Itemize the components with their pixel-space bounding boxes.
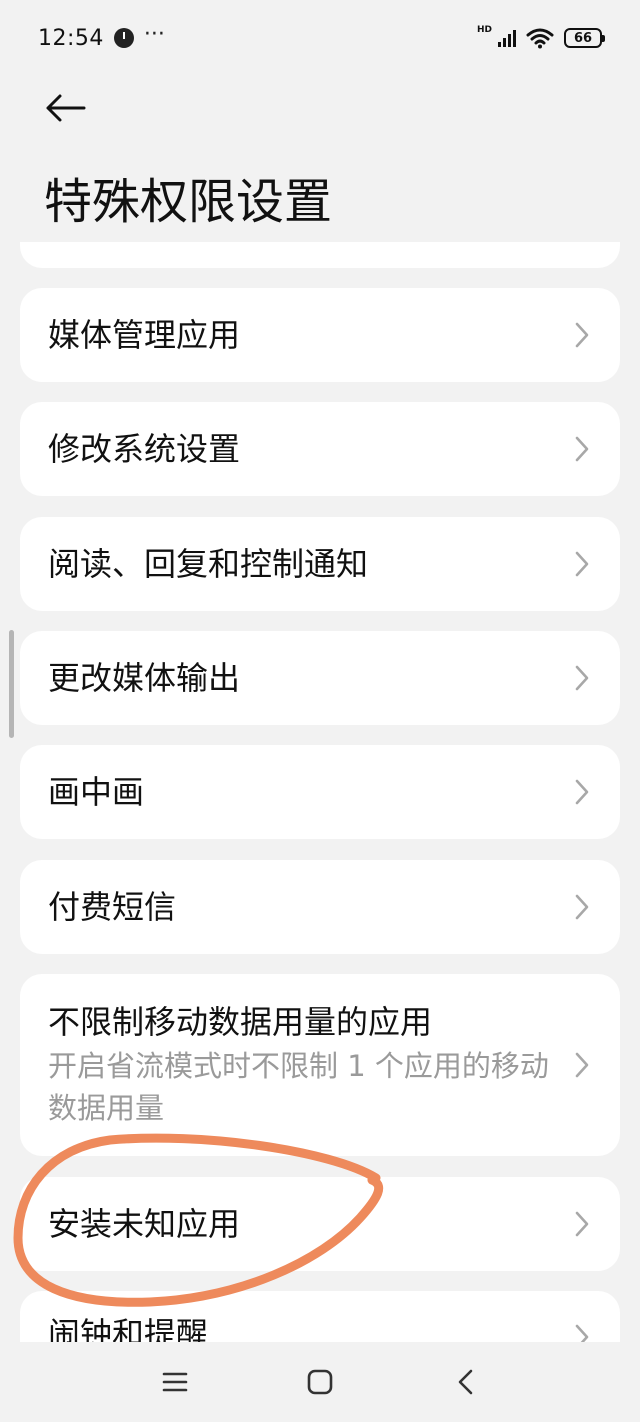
item-title: 媒体管理应用	[48, 316, 241, 354]
list-item-modify-system-settings[interactable]: 修改系统设置	[20, 402, 620, 496]
list-item-change-media-output[interactable]: 更改媒体输出	[20, 631, 620, 725]
nav-back-icon	[458, 1369, 473, 1395]
list-item-alarms-reminders[interactable]: 闹钟和提醒	[20, 1291, 620, 1342]
list-item-notification-access[interactable]: 阅读、回复和控制通知	[20, 517, 620, 611]
item-title: 闹钟和提醒	[48, 1315, 209, 1342]
chevron-right-icon	[575, 779, 589, 805]
chevron-right-icon	[575, 665, 589, 691]
status-icons: HD 66	[476, 25, 605, 49]
home-icon	[307, 1369, 333, 1395]
list-item-premium-sms[interactable]: 付费短信	[20, 860, 620, 954]
chevron-right-icon	[575, 551, 589, 577]
more-notifications-icon: ···	[143, 21, 165, 47]
scroll-indicator	[9, 630, 14, 738]
list-item-picture-in-picture[interactable]: 画中画	[20, 745, 620, 839]
list-item-media-management[interactable]: 媒体管理应用	[20, 288, 620, 382]
item-title: 不限制移动数据用量的应用	[48, 1003, 433, 1041]
nav-back-button[interactable]	[445, 1362, 485, 1402]
chevron-right-icon	[575, 322, 589, 348]
hd-label: HD	[476, 25, 492, 35]
chevron-right-icon	[575, 1052, 589, 1078]
status-time: 12:54	[38, 25, 104, 51]
signal-icon	[498, 29, 516, 47]
list-item-unrestricted-data[interactable]: 不限制移动数据用量的应用 开启省流模式时不限制 1 个应用的移动数据用量	[20, 974, 620, 1156]
menu-button[interactable]	[155, 1362, 195, 1402]
chevron-right-icon	[575, 436, 589, 462]
list-item-install-unknown-apps[interactable]: 安装未知应用	[20, 1177, 620, 1271]
chevron-right-icon	[575, 894, 589, 920]
item-title: 阅读、回复和控制通知	[48, 545, 369, 583]
back-button[interactable]	[40, 86, 90, 130]
battery-icon: 66	[564, 28, 605, 48]
item-title: 画中画	[48, 773, 145, 811]
item-subtitle: 开启省流模式时不限制 1 个应用的移动数据用量	[48, 1049, 549, 1125]
item-title: 更改媒体输出	[48, 659, 241, 697]
item-title: 付费短信	[48, 888, 177, 926]
menu-icon	[162, 1372, 188, 1392]
wifi-icon	[526, 28, 554, 49]
page-title: 特殊权限设置	[44, 174, 333, 230]
home-button[interactable]	[300, 1362, 340, 1402]
clock-notification-icon	[113, 28, 134, 48]
item-title: 修改系统设置	[48, 430, 241, 468]
chevron-right-icon	[575, 1324, 589, 1342]
battery-level: 66	[573, 30, 593, 46]
list-item-previous[interactable]	[20, 242, 620, 268]
status-bar: 12:54 ··· HD 66	[0, 0, 640, 76]
chevron-right-icon	[575, 1211, 589, 1237]
settings-list[interactable]: 媒体管理应用 修改系统设置 阅读、回复和控制通知 更改媒体输出 画中画 付费短信…	[0, 242, 640, 1342]
back-arrow-icon	[46, 94, 86, 122]
item-title: 安装未知应用	[48, 1205, 241, 1243]
navigation-bar	[0, 1342, 640, 1422]
